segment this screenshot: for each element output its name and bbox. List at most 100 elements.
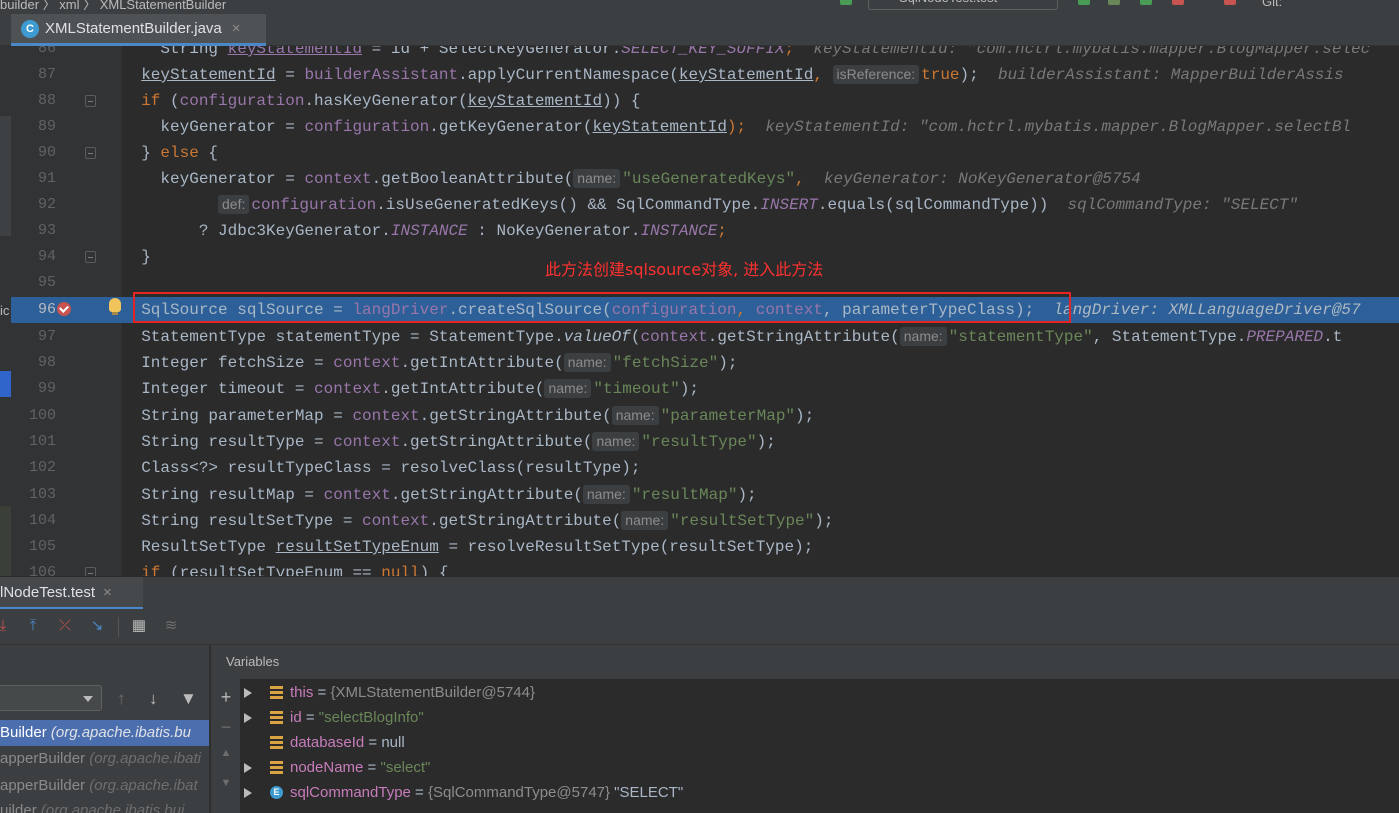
debug-toolbar: ⤓ ⤒ ⤫ ↘ ▦ ≋ bbox=[0, 609, 1399, 645]
code-line: Integer timeout = context.getIntAttribut… bbox=[141, 379, 700, 398]
debug-tab-label: lNodeTest.test bbox=[0, 584, 96, 601]
parameter-hint: isReference: bbox=[832, 65, 920, 84]
close-icon[interactable]: × bbox=[232, 20, 241, 37]
line-number: 97 bbox=[37, 328, 56, 345]
parameter-hint: name: bbox=[563, 353, 611, 372]
field-icon bbox=[270, 686, 283, 699]
fold-marker-icon[interactable] bbox=[85, 95, 96, 107]
variable-row[interactable]: E sqlCommandType = {SqlCommandType@5747}… bbox=[240, 780, 1399, 805]
debug-session-tab[interactable]: lNodeTest.test × bbox=[0, 577, 143, 610]
code-line: String keyStatementId = id + SelectKeyGe… bbox=[122, 46, 1399, 62]
stop-icon[interactable] bbox=[1224, 0, 1236, 5]
stack-frame[interactable]: uilder (org.apache.ibatis.bui bbox=[0, 798, 209, 813]
line-number: 89 bbox=[37, 118, 56, 135]
arrow-down-icon[interactable]: ↓ bbox=[149, 689, 158, 709]
line-number: 92 bbox=[37, 196, 56, 213]
arrow-up-icon[interactable]: ↑ bbox=[117, 689, 126, 709]
thread-selector[interactable] bbox=[0, 685, 102, 711]
stack-frame[interactable]: apperBuilder (org.apache.ibat bbox=[0, 773, 209, 799]
remove-watch-icon[interactable]: − bbox=[217, 717, 235, 738]
gutter-row: 88 bbox=[11, 88, 122, 114]
field-icon bbox=[270, 761, 283, 774]
variable-row[interactable]: nodeName = "select" bbox=[240, 755, 1399, 780]
parameter-hint: name: bbox=[621, 511, 669, 530]
line-number: 93 bbox=[37, 222, 56, 239]
line-number: 104 bbox=[28, 512, 56, 529]
gutter-row: 95 bbox=[11, 270, 122, 296]
filter-icon[interactable]: ▼ bbox=[180, 689, 197, 709]
expand-arrow-icon[interactable] bbox=[244, 688, 252, 698]
move-down-icon[interactable]: ▼ bbox=[217, 777, 235, 789]
breadcrumb[interactable]: builder 〉 xml 〉 XMLStatementBuilder bbox=[0, 0, 226, 13]
line-number: 103 bbox=[28, 486, 56, 503]
breakpoint-icon[interactable] bbox=[57, 302, 71, 316]
lightbulb-icon[interactable] bbox=[109, 298, 121, 315]
parameter-hint: name: bbox=[582, 485, 630, 504]
gutter-row: 98 bbox=[11, 350, 122, 376]
line-number: 105 bbox=[28, 538, 56, 555]
fold-marker-icon[interactable] bbox=[85, 251, 96, 263]
variable-row[interactable]: this = {XMLStatementBuilder@5744} bbox=[240, 680, 1399, 705]
debug-icon[interactable] bbox=[1108, 0, 1120, 5]
coverage-icon[interactable] bbox=[1140, 0, 1152, 5]
debug-inline-value: builderAssistant: MapperBuilderAssis bbox=[997, 66, 1344, 84]
gutter-row: 99 bbox=[11, 376, 122, 402]
editor-tab-bar: C XMLStatementBuilder.java × bbox=[0, 14, 1399, 46]
expand-arrow-icon[interactable] bbox=[244, 713, 252, 723]
run-to-cursor-icon[interactable]: ↘ bbox=[88, 617, 106, 635]
back-icon[interactable] bbox=[840, 0, 852, 5]
code-editor[interactable]: 86 87 88 89 90 91 92 93 94 95 96 97 98 9… bbox=[0, 46, 1399, 576]
evaluate-expression-icon[interactable]: ▦ bbox=[130, 617, 148, 635]
code-line: String parameterMap = context.getStringA… bbox=[141, 406, 815, 425]
close-icon[interactable]: × bbox=[103, 584, 112, 601]
variable-row[interactable]: id = "selectBlogInfo" bbox=[240, 705, 1399, 730]
debug-tab-bar: lNodeTest.test × bbox=[0, 576, 1399, 610]
frames-panel: ↑ ↓ ▼ Builder (org.apache.ibatis.bu appe… bbox=[0, 645, 210, 813]
expand-arrow-icon[interactable] bbox=[244, 788, 252, 798]
debug-inline-value: sqlCommandType: "SELECT" bbox=[1067, 196, 1298, 214]
line-number: 95 bbox=[37, 274, 56, 291]
line-number: 106 bbox=[28, 564, 56, 576]
stack-frame[interactable]: apperBuilder (org.apache.ibati bbox=[0, 746, 209, 772]
line-number: 101 bbox=[28, 433, 56, 450]
code-line: ? Jdbc3KeyGenerator.INSTANCE : NoKeyGene… bbox=[198, 222, 727, 240]
move-up-icon[interactable]: ▲ bbox=[217, 747, 235, 759]
gutter-row: 101 bbox=[11, 429, 122, 455]
highlight-box bbox=[133, 292, 1071, 323]
line-number: 96 bbox=[37, 301, 56, 318]
gutter-row: 100 bbox=[11, 403, 122, 429]
step-out-icon[interactable]: ⤒ bbox=[24, 617, 42, 635]
debug-inline-value: keyGenerator: NoKeyGenerator@5754 bbox=[823, 170, 1141, 188]
expand-arrow-icon[interactable] bbox=[244, 763, 252, 773]
line-number: 86 bbox=[37, 46, 56, 57]
git-label[interactable]: Git: bbox=[1262, 0, 1282, 9]
add-watch-icon[interactable]: + bbox=[217, 687, 235, 708]
debug-inline-value: keyStatementId: "com.hctrl.mybatis.mappe… bbox=[765, 118, 1352, 136]
navigation-bar: builder 〉 xml 〉 XMLStatementBuilder SqlN… bbox=[0, 0, 1399, 14]
gutter-row: 91 bbox=[11, 166, 122, 192]
editor-tab[interactable]: C XMLStatementBuilder.java × bbox=[11, 14, 266, 46]
profile-icon[interactable] bbox=[1172, 0, 1184, 5]
gutter-row: 92 bbox=[11, 192, 122, 218]
field-icon bbox=[270, 736, 283, 749]
parameter-hint: def: bbox=[218, 195, 250, 214]
fold-marker-icon[interactable] bbox=[85, 147, 96, 159]
step-into-icon[interactable]: ⤓ bbox=[0, 617, 12, 635]
line-number: 90 bbox=[37, 144, 56, 161]
variable-row[interactable]: databaseId = null bbox=[240, 730, 1399, 755]
line-number: 94 bbox=[37, 248, 56, 265]
enum-icon: E bbox=[270, 786, 283, 799]
gutter-row: 104 bbox=[11, 508, 122, 534]
stack-frame[interactable]: Builder (org.apache.ibatis.bu bbox=[0, 720, 209, 746]
code-line: } else { bbox=[141, 144, 219, 162]
annotation-text: 此方法创建sqlsource对象, 进入此方法 bbox=[545, 260, 824, 279]
parameter-hint: name: bbox=[899, 327, 947, 346]
fold-marker-icon[interactable] bbox=[85, 567, 96, 576]
trace-stream-icon[interactable]: ≋ bbox=[162, 617, 180, 635]
run-configuration-selector[interactable]: SqlNodeTest.test bbox=[868, 0, 1058, 10]
gutter-row: 93 bbox=[11, 218, 122, 244]
run-icon[interactable] bbox=[1078, 0, 1090, 5]
drop-frame-icon[interactable]: ⤫ bbox=[56, 617, 74, 635]
code-line: Integer fetchSize = context.getIntAttrib… bbox=[141, 353, 738, 372]
variables-panel: Variables + − ▲ ▼ this = {XMLStatementBu… bbox=[211, 645, 1399, 813]
